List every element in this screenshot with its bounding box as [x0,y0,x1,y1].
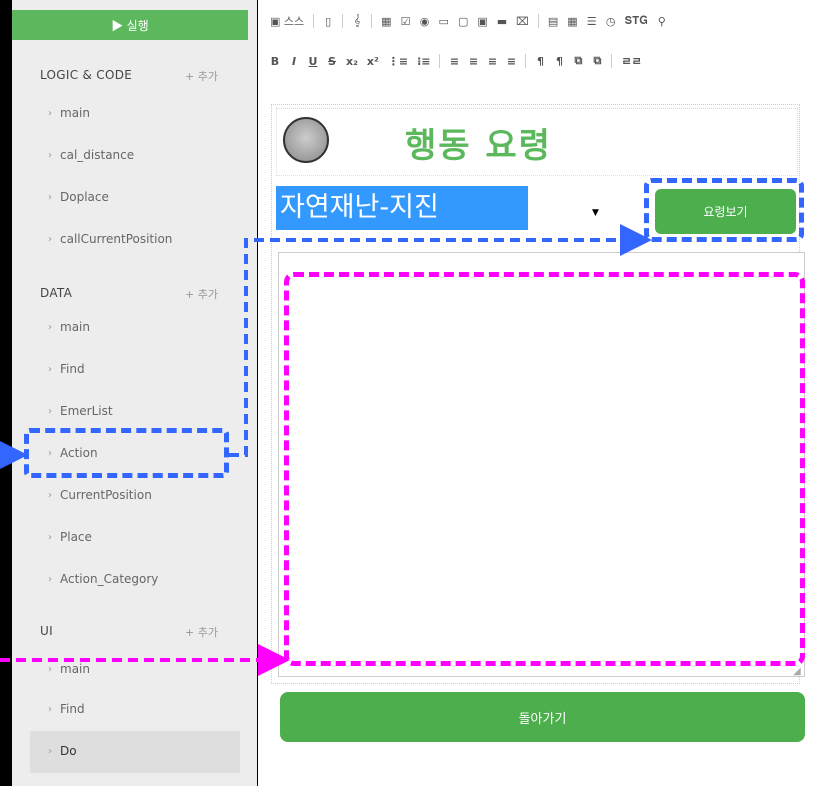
textarea-icon[interactable]: ▢ [458,15,468,28]
section-title-ui: UI [40,624,53,638]
italic-icon[interactable]: I [289,55,299,68]
chevron-right-icon: › [48,745,52,757]
sidebar-item-ui-find[interactable]: › Find [48,702,85,716]
chevron-right-icon: › [48,531,52,543]
annotation-box-text-area [284,272,805,666]
unordered-list-icon[interactable]: ⁝≡ [417,55,430,68]
align-center-icon[interactable]: ≡ [468,55,478,68]
chevron-right-icon: › [48,191,52,203]
sidebar-item-data-main[interactable]: › main [48,320,90,334]
align-left-icon[interactable]: ≡ [449,55,459,68]
sidebar-item-label: Do [60,744,77,758]
chart-icon[interactable]: 𝄞 [352,14,362,28]
sidebar-item-label: CurrentPosition [60,488,152,502]
back-button[interactable]: 돌아가기 [280,692,805,742]
sidebar-item-label: Find [60,702,85,716]
radio-icon[interactable]: ◉ [420,15,430,28]
add-logic-button[interactable]: + 추가 [185,68,218,84]
checkbox-icon[interactable]: ☑ [401,15,411,28]
sidebar-item-label: callCurrentPosition [60,232,173,246]
sidebar-item-current-position[interactable]: › CurrentPosition [48,488,152,502]
sidebar-item-ui-main[interactable]: › main [48,662,90,676]
sidebar-item-cal-distance[interactable]: › cal_distance [48,148,134,162]
font-icon[interactable]: ㄹㄹ [621,53,641,69]
resize-grip-icon[interactable]: ◢ [793,666,801,677]
sidebar-item-label: Action_Category [60,572,159,586]
category-select-value[interactable]: 자연재난-지진 [276,186,528,230]
chevron-right-icon: › [48,233,52,245]
list-icon[interactable]: ☰ [587,15,597,28]
image-icon[interactable]: ▤ [548,15,558,28]
sidebar-item-label: EmerList [60,404,113,418]
underline-icon[interactable]: U [308,55,318,68]
globe-icon[interactable]: ◷ [606,15,616,28]
input-icon[interactable]: ▭ [439,15,449,28]
chevron-right-icon: › [48,489,52,501]
sidebar-item-place[interactable]: › Place [48,530,92,544]
sidebar-item-emerlist[interactable]: › EmerList [48,404,113,418]
section-title-logic-code: LOGIC & CODE [40,68,133,82]
chevron-right-icon: › [48,405,52,417]
chevron-right-icon: › [48,703,52,715]
table-icon[interactable]: ▦ [381,15,391,28]
sidebar-item-ui-do[interactable]: › Do [48,744,77,758]
chevron-right-icon: › [48,663,52,675]
ordered-list-icon[interactable]: ⋮≡ [388,55,408,68]
select-icon[interactable]: ▣ [477,15,487,28]
sidebar-item-label: Find [60,362,85,376]
page-title: 행동 요령 [405,126,552,166]
strikethrough-icon[interactable]: S [327,55,337,68]
chevron-right-icon: › [48,149,52,161]
chevron-right-icon: › [48,107,52,119]
run-button[interactable]: ▶ 실행 [12,10,248,40]
sidebar-item-doplace[interactable]: › Doplace [48,190,109,204]
section-title-data: DATA [40,286,73,300]
sidebar-item-label: main [60,320,90,334]
sidebar-item-label: Place [60,530,92,544]
stg-icon[interactable]: 𝐒𝐓𝐆 [625,14,648,28]
superscript-icon[interactable]: x² [367,55,379,68]
location-pin-icon[interactable]: ⚲ [657,15,667,28]
page-icon[interactable]: ▯ [323,15,333,28]
chevron-right-icon: › [48,321,52,333]
toolbar-row-components: ▣ 스스 ▯ 𝄞 ▦ ☑ ◉ ▭ ▢ ▣ ▬ ⌧ ▤ ▦ ☰ ◷ 𝐒𝐓𝐆 ⚲ [270,10,667,32]
sidebar-item-call-current-position[interactable]: › callCurrentPosition [48,232,172,246]
align-right-icon[interactable]: ≡ [487,55,497,68]
sidebar-item-data-find[interactable]: › Find [48,362,85,376]
rtl-icon[interactable]: ¶ [554,55,564,68]
ltr-icon[interactable]: ¶ [535,55,545,68]
add-data-button[interactable]: + 추가 [185,286,218,302]
link-icon[interactable]: ⧉ [573,54,583,68]
sidebar-item-label: main [60,662,90,676]
sidebar-item-action-category[interactable]: › Action_Category [48,572,158,586]
sidebar-item-label: Doplace [60,190,109,204]
sidebar-item-label: cal_distance [60,148,135,162]
chevron-right-icon: › [48,573,52,585]
dropdown-arrow-icon[interactable]: ▼ [592,208,599,218]
avatar [283,117,329,163]
chevron-right-icon: › [48,363,52,375]
unlink-icon[interactable]: ⧉ [592,54,602,68]
annotation-box-view-button [644,178,804,242]
clear-icon[interactable]: ⌧ [516,15,529,28]
subscript-icon[interactable]: x₂ [346,55,358,68]
align-justify-icon[interactable]: ≡ [506,55,516,68]
add-ui-button[interactable]: + 추가 [185,624,218,640]
button-icon[interactable]: ▬ [497,15,507,28]
form-icon[interactable]: ▣ 스스 [270,13,304,29]
toolbar-row-format: B I U S x₂ x² ⋮≡ ⁝≡ ≡ ≡ ≡ ≡ ¶ ¶ ⧉ ⧉ ㄹㄹ [270,50,642,72]
sidebar-item-logic-main[interactable]: › main [48,106,90,120]
annotation-box-action [24,428,229,478]
bold-icon[interactable]: B [270,55,280,68]
sidebar-item-label: main [60,106,90,120]
grid-icon[interactable]: ▦ [567,15,577,28]
